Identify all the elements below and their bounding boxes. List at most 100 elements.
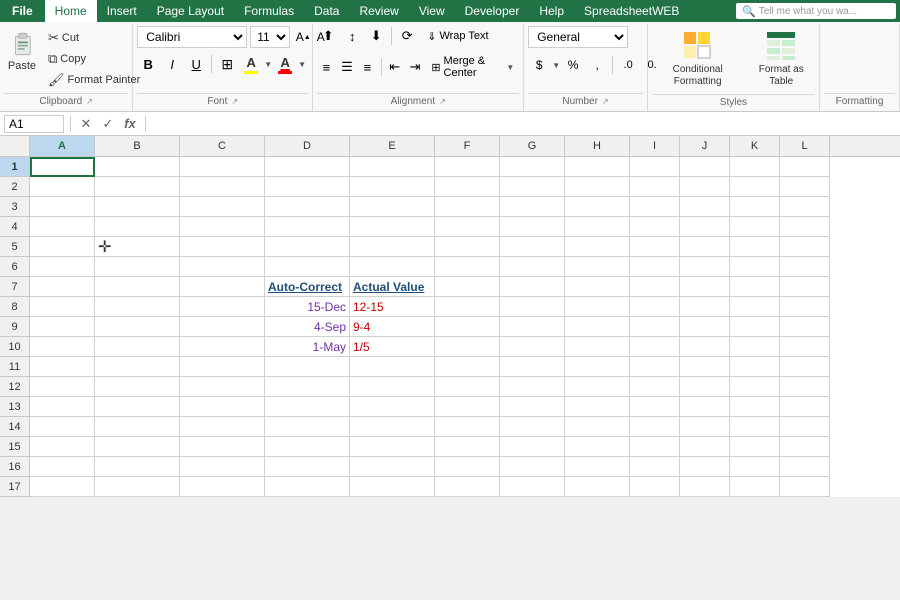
cell-a4[interactable] xyxy=(30,217,95,237)
cell-l13[interactable] xyxy=(780,397,830,417)
cell-d15[interactable] xyxy=(265,437,350,457)
cell-g7[interactable] xyxy=(500,277,565,297)
cell-f6[interactable] xyxy=(435,257,500,277)
row-header-12[interactable]: 12 xyxy=(0,377,30,397)
font-name-select[interactable]: Calibri xyxy=(137,26,247,48)
row-header-6[interactable]: 6 xyxy=(0,257,30,277)
cell-h6[interactable] xyxy=(565,257,630,277)
menu-page-layout[interactable]: Page Layout xyxy=(147,0,234,22)
accounting-button[interactable]: $ xyxy=(528,54,550,76)
search-box[interactable]: 🔍 Tell me what you wa... xyxy=(736,3,896,19)
cell-d6[interactable] xyxy=(265,257,350,277)
cell-k10[interactable] xyxy=(730,337,780,357)
cell-h9[interactable] xyxy=(565,317,630,337)
align-middle-button[interactable]: ↕ xyxy=(341,26,363,46)
clipboard-expand-icon[interactable]: ↗ xyxy=(86,97,93,106)
increase-indent-button[interactable]: ⇥ xyxy=(406,57,424,77)
cell-c16[interactable] xyxy=(180,457,265,477)
cell-j3[interactable] xyxy=(680,197,730,217)
cell-d5[interactable] xyxy=(265,237,350,257)
row-header-1[interactable]: 1 xyxy=(0,157,30,177)
cell-g14[interactable] xyxy=(500,417,565,437)
cell-c1[interactable] xyxy=(180,157,265,177)
cell-f5[interactable] xyxy=(435,237,500,257)
alignment-expand-icon[interactable]: ↗ xyxy=(439,97,446,106)
row-header-4[interactable]: 4 xyxy=(0,217,30,237)
align-right-button[interactable]: ≡ xyxy=(358,57,376,77)
cell-g3[interactable] xyxy=(500,197,565,217)
cell-l1[interactable] xyxy=(780,157,830,177)
cell-h1[interactable] xyxy=(565,157,630,177)
cell-h2[interactable] xyxy=(565,177,630,197)
formula-cancel-button[interactable]: ✕ xyxy=(77,115,95,133)
font-size-select[interactable]: 11 xyxy=(250,26,290,48)
cell-d8[interactable]: 15-Dec xyxy=(265,297,350,317)
cell-i6[interactable] xyxy=(630,257,680,277)
select-all-button[interactable] xyxy=(0,136,30,156)
cell-j16[interactable] xyxy=(680,457,730,477)
cell-h3[interactable] xyxy=(565,197,630,217)
cell-a5[interactable] xyxy=(30,237,95,257)
cell-i9[interactable] xyxy=(630,317,680,337)
cut-button[interactable]: ✂ Cut xyxy=(44,28,144,48)
cell-a17[interactable] xyxy=(30,477,95,497)
cell-a13[interactable] xyxy=(30,397,95,417)
cell-c13[interactable] xyxy=(180,397,265,417)
cell-j6[interactable] xyxy=(680,257,730,277)
cell-f11[interactable] xyxy=(435,357,500,377)
cell-f8[interactable] xyxy=(435,297,500,317)
cell-g17[interactable] xyxy=(500,477,565,497)
cell-g10[interactable] xyxy=(500,337,565,357)
cell-h15[interactable] xyxy=(565,437,630,457)
formula-confirm-button[interactable]: ✓ xyxy=(99,115,117,133)
cell-l16[interactable] xyxy=(780,457,830,477)
cell-f2[interactable] xyxy=(435,177,500,197)
col-header-c[interactable]: C xyxy=(180,136,265,156)
cell-b9[interactable] xyxy=(95,317,180,337)
format-as-table-button[interactable]: Format as Table xyxy=(748,26,816,92)
increase-font-button[interactable]: A▲ xyxy=(293,27,313,47)
cell-i15[interactable] xyxy=(630,437,680,457)
cell-h5[interactable] xyxy=(565,237,630,257)
cell-j9[interactable] xyxy=(680,317,730,337)
cell-a2[interactable] xyxy=(30,177,95,197)
number-format-select[interactable]: General xyxy=(528,26,628,48)
cell-c11[interactable] xyxy=(180,357,265,377)
cell-g6[interactable] xyxy=(500,257,565,277)
cell-f1[interactable] xyxy=(435,157,500,177)
menu-data[interactable]: Data xyxy=(304,0,349,22)
cell-h8[interactable] xyxy=(565,297,630,317)
cell-e14[interactable] xyxy=(350,417,435,437)
cell-g16[interactable] xyxy=(500,457,565,477)
cell-e9[interactable]: 9-4 xyxy=(350,317,435,337)
cell-d3[interactable] xyxy=(265,197,350,217)
cell-b12[interactable] xyxy=(95,377,180,397)
cell-c8[interactable] xyxy=(180,297,265,317)
cell-e1[interactable] xyxy=(350,157,435,177)
cell-k12[interactable] xyxy=(730,377,780,397)
cell-j15[interactable] xyxy=(680,437,730,457)
cell-i12[interactable] xyxy=(630,377,680,397)
cell-j5[interactable] xyxy=(680,237,730,257)
col-header-b[interactable]: B xyxy=(95,136,180,156)
cell-e4[interactable] xyxy=(350,217,435,237)
cell-g9[interactable] xyxy=(500,317,565,337)
cell-k6[interactable] xyxy=(730,257,780,277)
align-center-button[interactable]: ☰ xyxy=(338,57,356,77)
cell-e5[interactable] xyxy=(350,237,435,257)
align-top-button[interactable]: ⬆ xyxy=(317,26,339,46)
cell-k16[interactable] xyxy=(730,457,780,477)
wrap-text-button[interactable]: ⇓ Wrap Text xyxy=(420,27,495,46)
row-header-16[interactable]: 16 xyxy=(0,457,30,477)
cell-k2[interactable] xyxy=(730,177,780,197)
cell-c10[interactable] xyxy=(180,337,265,357)
row-header-17[interactable]: 17 xyxy=(0,477,30,497)
cell-k5[interactable] xyxy=(730,237,780,257)
row-header-15[interactable]: 15 xyxy=(0,437,30,457)
cell-f3[interactable] xyxy=(435,197,500,217)
menu-spreadsheetweb[interactable]: SpreadsheetWEB xyxy=(574,0,689,22)
cell-e10[interactable]: 1/5 xyxy=(350,337,435,357)
cell-k11[interactable] xyxy=(730,357,780,377)
cell-a9[interactable] xyxy=(30,317,95,337)
cell-i13[interactable] xyxy=(630,397,680,417)
